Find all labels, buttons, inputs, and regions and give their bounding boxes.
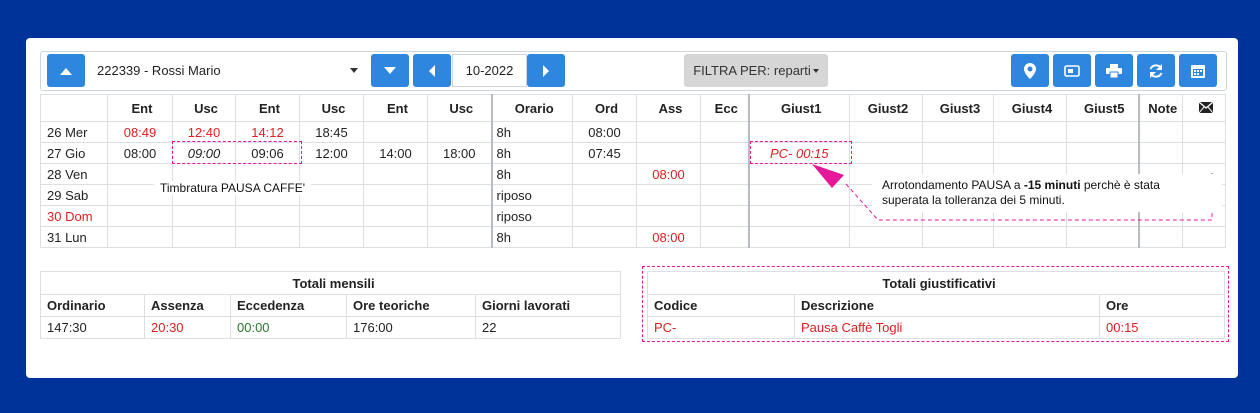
rounding-annotation: Arrotondamento PAUSA a -15 minuti perchè… (872, 174, 1222, 212)
monthly-totals-table: Totali mensili Ordinario Assenza Ecceden… (39, 271, 622, 339)
monthly-header: Ore teoriche (346, 294, 476, 317)
rounding-text-pre: Arrotondamento PAUSA a (882, 178, 1024, 192)
rounding-text-line2: superata la tolleranza dei 5 minuti. (882, 193, 1065, 207)
monthly-value-ore-teoriche: 176:00 (346, 316, 476, 339)
justification-header: Codice (647, 294, 795, 317)
justification-code: PC- (647, 316, 795, 339)
monthly-header: Assenza (144, 294, 231, 317)
monthly-header: Ordinario (40, 294, 145, 317)
rounding-text-post: perchè è stata (1080, 178, 1160, 192)
monthly-value-eccedenza: 00:00 (230, 316, 347, 339)
main-panel: 222339 - Rossi Mario 10-2022 FILTRA PER:… (26, 38, 1238, 378)
monthly-totals-title: Totali mensili (39, 271, 622, 295)
justification-header: Ore (1098, 294, 1226, 317)
monthly-value-assenza: 20:30 (144, 316, 231, 339)
justification-header: Descrizione (794, 294, 1100, 317)
justification-totals-title: Totali giustificativi (646, 271, 1226, 295)
justification-totals-table: Totali giustificativi Codice Descrizione… (646, 271, 1226, 339)
rounding-text-bold: -15 minuti (1023, 178, 1081, 192)
table-row[interactable]: PC- Pausa Caffè Togli 00:15 (647, 316, 1226, 339)
monthly-value-giorni: 22 (474, 316, 622, 339)
justification-description: Pausa Caffè Togli (794, 316, 1100, 339)
justification-hours: 00:15 (1098, 316, 1226, 339)
monthly-header: Giorni lavorati (474, 294, 622, 317)
monthly-header: Eccedenza (230, 294, 347, 317)
monthly-value-ordinario: 147:30 (40, 316, 145, 339)
